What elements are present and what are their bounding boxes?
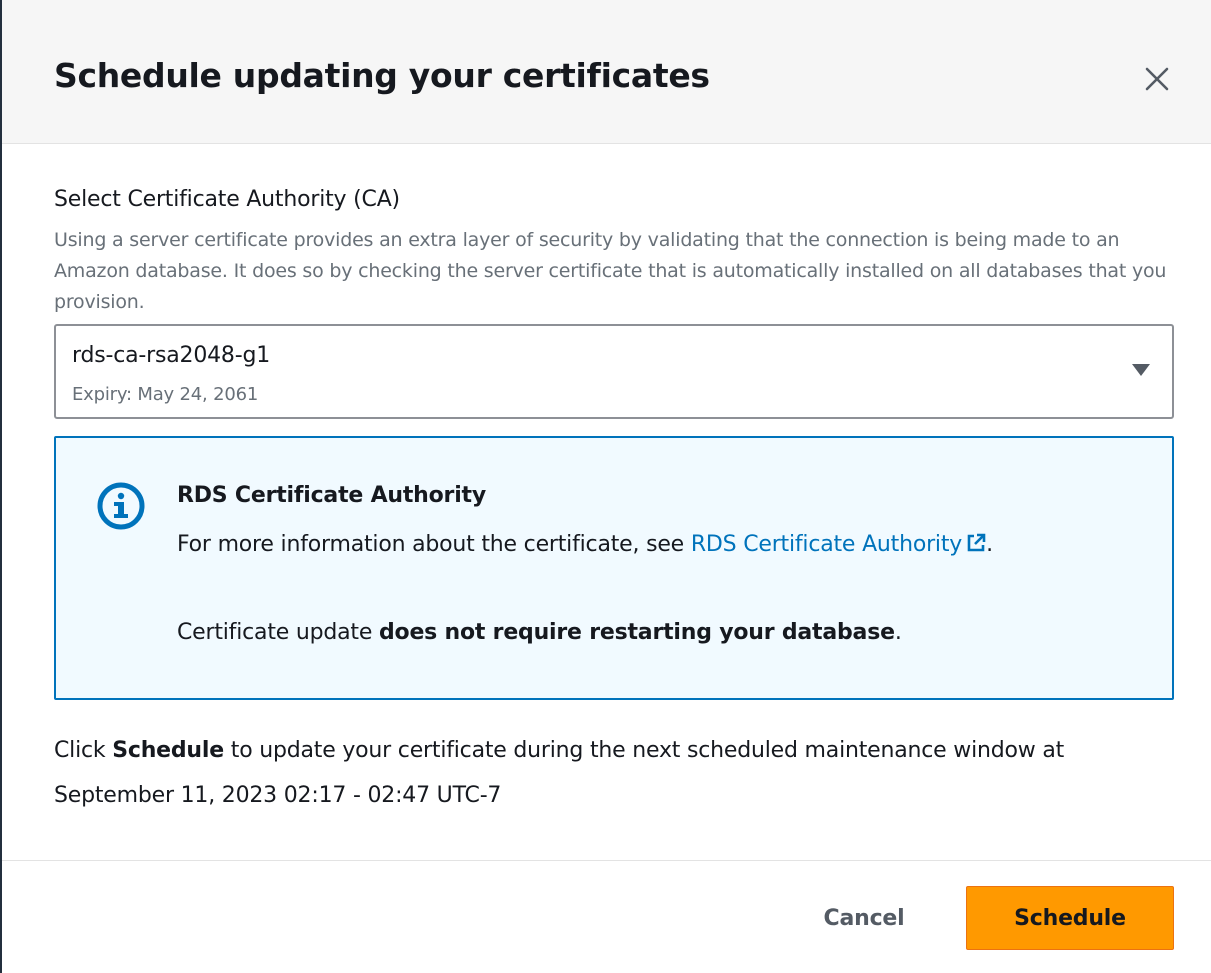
caret-down-icon (1132, 364, 1150, 376)
alert-restart-prefix: Certificate update (177, 620, 379, 645)
alert-restart-bold: does not require restarting your databas… (378, 620, 895, 645)
schedule-note: Click Schedule to update your certificat… (54, 728, 1174, 818)
info-alert: RDS Certificate Authority For more infor… (54, 436, 1174, 700)
alert-text: For more information about the certifica… (177, 522, 1057, 567)
external-link-icon (967, 533, 986, 552)
modal-header: Schedule updating your certificates (2, 0, 1211, 144)
ca-field-label: Select Certificate Authority (CA) (54, 187, 400, 212)
cancel-button[interactable]: Cancel (800, 886, 928, 950)
ca-select-expiry: Expiry: May 24, 2061 (72, 384, 259, 405)
alert-restart-note: Certificate update does not require rest… (177, 620, 902, 645)
schedule-note-bold: Schedule (112, 738, 224, 763)
schedule-note-prefix: Click (54, 738, 113, 763)
alert-restart-suffix: . (894, 620, 902, 645)
rds-ca-link[interactable]: RDS Certificate Authority (691, 532, 986, 557)
ca-select-value: rds-ca-rsa2048-g1 (72, 343, 271, 368)
close-button[interactable] (1140, 62, 1174, 96)
ca-select[interactable]: rds-ca-rsa2048-g1 Expiry: May 24, 2061 (54, 324, 1174, 419)
alert-text-prefix: For more information about the certifica… (177, 532, 691, 557)
ca-field-description: Using a server certificate provides an e… (54, 229, 1167, 313)
alert-title: RDS Certificate Authority (177, 483, 487, 508)
info-icon (97, 482, 145, 530)
close-icon (1145, 67, 1169, 91)
rds-ca-link-text: RDS Certificate Authority (690, 532, 963, 557)
modal-title: Schedule updating your certificates (54, 56, 710, 95)
footer-divider (2, 860, 1211, 861)
schedule-certificate-modal: Schedule updating your certificates Sele… (0, 0, 1211, 973)
schedule-button[interactable]: Schedule (966, 886, 1174, 950)
alert-text-suffix: . (986, 532, 993, 557)
